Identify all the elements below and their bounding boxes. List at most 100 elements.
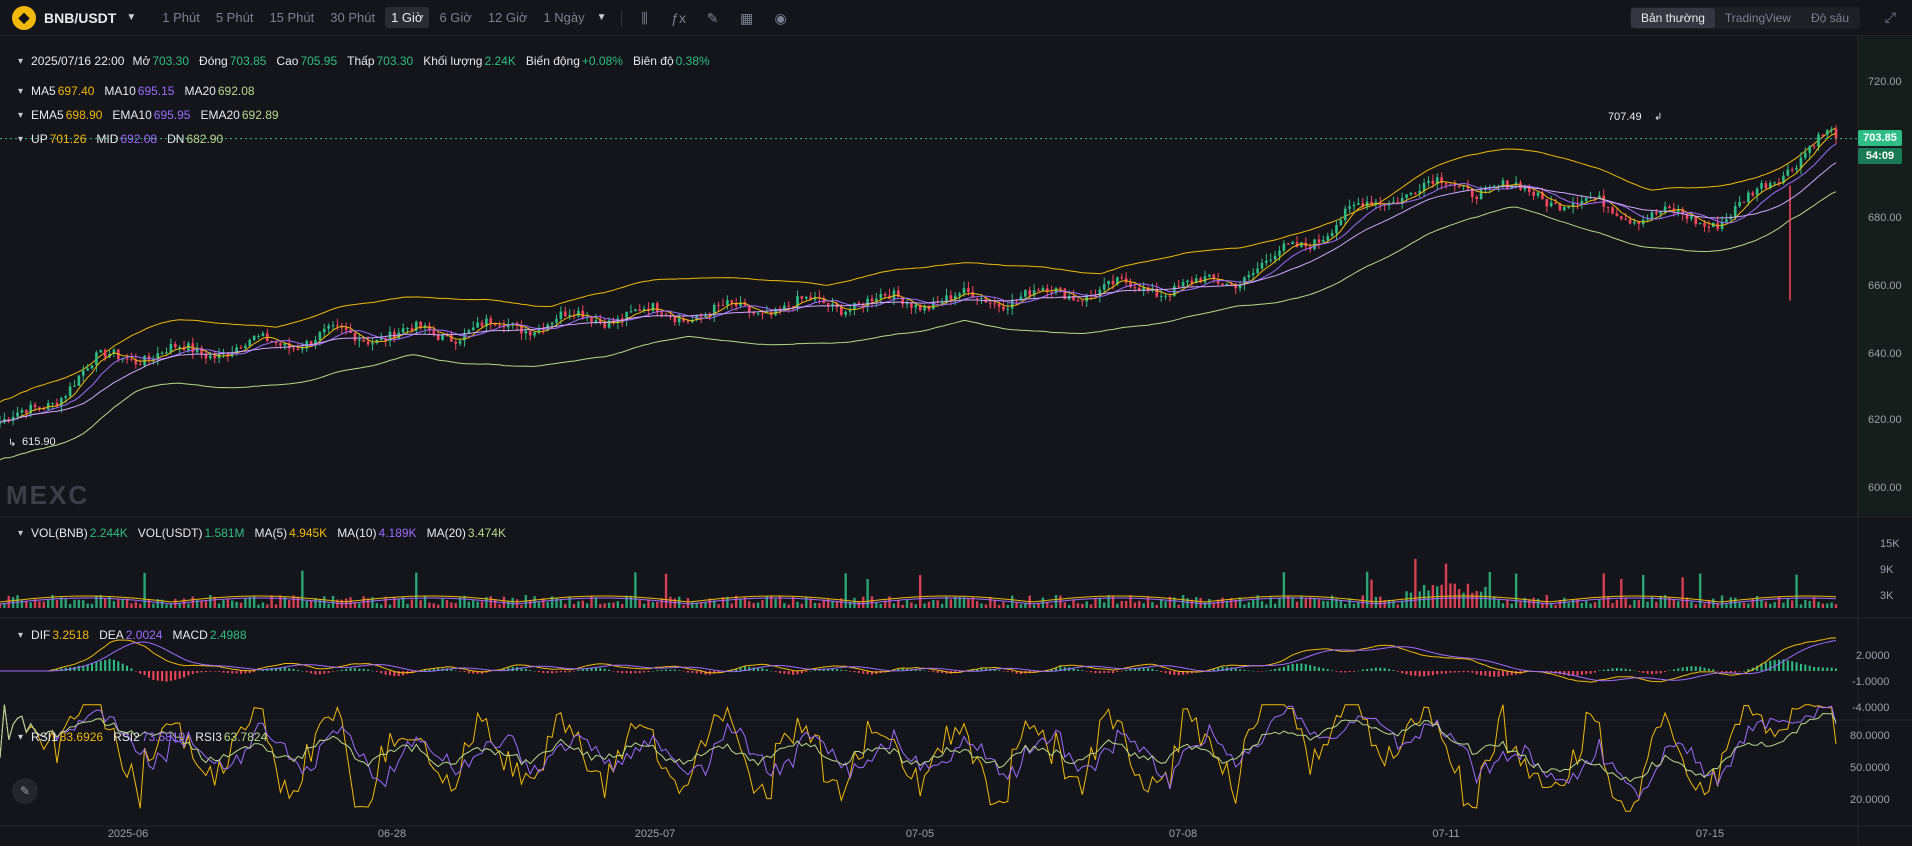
- macd-histogram-bar: [226, 671, 229, 673]
- macd-histogram-bar: [1006, 671, 1009, 672]
- layout-grid-icon[interactable]: ▦: [738, 9, 756, 27]
- candle-body: [1554, 202, 1557, 204]
- candle-body: [949, 295, 953, 300]
- candle-body: [1339, 219, 1343, 226]
- ma20-label: MA20: [184, 84, 216, 98]
- macd-histogram-bar: [1423, 671, 1426, 677]
- collapse-chevron-icon[interactable]: ▾: [18, 86, 23, 97]
- candle-body: [1225, 283, 1229, 286]
- fullscreen-icon[interactable]: ⤢: [1885, 9, 1896, 26]
- macd-histogram-bar: [1808, 665, 1811, 671]
- chart-canvas[interactable]: ↲↳: [0, 36, 1912, 846]
- candle-body: [1821, 134, 1825, 136]
- dea-value: 2.0024: [125, 628, 163, 642]
- macd-histogram-bar: [174, 671, 177, 680]
- collapse-chevron-icon[interactable]: ▾: [18, 56, 23, 67]
- collapse-chevron-icon[interactable]: ▾: [18, 630, 23, 641]
- view-option[interactable]: Độ sâu: [1801, 8, 1859, 28]
- view-option[interactable]: Bản thường: [1630, 8, 1715, 28]
- macd-histogram-bar: [603, 668, 606, 671]
- volume-bar: [1142, 603, 1145, 608]
- interval-option[interactable]: 15 Phút: [263, 7, 320, 28]
- candle-body: [1317, 239, 1321, 243]
- high-label: Cao: [276, 54, 299, 68]
- macd-histogram-bar: [1484, 671, 1487, 676]
- volume-bar: [1295, 601, 1299, 608]
- candle-body: [1322, 240, 1325, 243]
- candle-body: [1615, 213, 1619, 217]
- volume-bar: [1782, 602, 1785, 608]
- candle-body: [1186, 280, 1189, 283]
- volume-bar: [134, 601, 138, 608]
- interval-option[interactable]: 12 Giờ: [482, 7, 534, 28]
- volume-bar: [1493, 596, 1496, 608]
- collapse-chevron-icon[interactable]: ▾: [18, 110, 23, 121]
- candle-body: [165, 352, 168, 354]
- macd-histogram-bar: [1716, 671, 1719, 672]
- macd-histogram-bar: [559, 671, 562, 673]
- macd-histogram-bar: [332, 671, 335, 672]
- pair-dropdown-icon[interactable]: ▼: [126, 12, 136, 23]
- volume-bar: [77, 599, 81, 608]
- view-option[interactable]: TradingView: [1715, 8, 1801, 28]
- candle-body: [16, 412, 19, 417]
- macd-histogram-bar: [542, 671, 545, 673]
- indicator-icon[interactable]: ƒx: [670, 9, 688, 27]
- macd-histogram-bar: [673, 669, 676, 671]
- interval-option[interactable]: 30 Phút: [324, 7, 381, 28]
- volume-bar: [664, 573, 668, 608]
- candle-body: [721, 304, 725, 306]
- candle-body: [1168, 295, 1172, 297]
- high-annotation: 707.49: [1608, 111, 1642, 123]
- collapse-chevron-icon[interactable]: ▾: [18, 732, 23, 743]
- volume-bar: [147, 599, 151, 608]
- candle-body: [800, 296, 804, 299]
- macd-histogram-bar: [384, 671, 387, 675]
- collapse-chevron-icon[interactable]: ▾: [18, 134, 23, 145]
- pair-title[interactable]: BNB/USDT: [44, 10, 116, 26]
- interval-option[interactable]: 1 Ngày: [537, 7, 590, 28]
- candle-body: [209, 355, 212, 359]
- volume-bar: [818, 602, 821, 608]
- macd-histogram-bar: [1712, 669, 1715, 671]
- volume-bar: [1628, 604, 1632, 608]
- candle-body: [1357, 203, 1360, 205]
- interval-option[interactable]: 6 Giờ: [433, 7, 477, 28]
- volume-bar: [1528, 599, 1531, 608]
- macd-histogram-bar: [367, 669, 370, 671]
- dif-label: DIF: [31, 628, 51, 642]
- macd-histogram-bar: [1769, 660, 1772, 671]
- candle-body: [1076, 300, 1080, 302]
- volume-bar: [936, 600, 939, 608]
- x-tick: 07-15: [1695, 828, 1725, 840]
- volume-bar: [1344, 604, 1347, 608]
- candle-body: [1457, 185, 1461, 187]
- volume-bar: [441, 598, 444, 608]
- candlestick-type-icon[interactable]: ⫼: [636, 9, 654, 27]
- candle-body: [160, 352, 164, 354]
- candle-body: [24, 410, 28, 414]
- candle-body: [33, 404, 37, 408]
- macd-histogram-bar: [112, 659, 115, 671]
- interval-dropdown-icon[interactable]: ▼: [597, 12, 607, 23]
- macd-histogram-bar: [187, 671, 190, 676]
- candle-body: [940, 302, 944, 304]
- interval-option[interactable]: 1 Phút: [156, 7, 206, 28]
- volume-bar: [1659, 595, 1662, 608]
- macd-histogram-bar: [1453, 671, 1456, 673]
- candle-body: [1536, 192, 1540, 196]
- interval-option[interactable]: 1 Giờ: [385, 7, 430, 28]
- boll-mid-label: MID: [96, 132, 119, 146]
- candle-body: [493, 324, 497, 326]
- interval-option[interactable]: 5 Phút: [210, 7, 260, 28]
- collapse-chevron-icon[interactable]: ▾: [18, 528, 23, 539]
- boll-dn-value: 682.90: [186, 132, 224, 146]
- volume-bar: [489, 596, 492, 608]
- macd-legend: ▾ DIF 3.2518 DEA 2.0024 MACD 2.4988: [18, 628, 257, 642]
- macd-histogram-bar: [1414, 671, 1417, 676]
- volume-bar: [892, 603, 896, 608]
- macd-histogram-bar: [857, 671, 860, 673]
- drawing-tools-icon[interactable]: ✎: [12, 778, 38, 804]
- camera-snapshot-icon[interactable]: ◉: [772, 9, 790, 27]
- draw-pencil-icon[interactable]: ✎: [704, 9, 722, 27]
